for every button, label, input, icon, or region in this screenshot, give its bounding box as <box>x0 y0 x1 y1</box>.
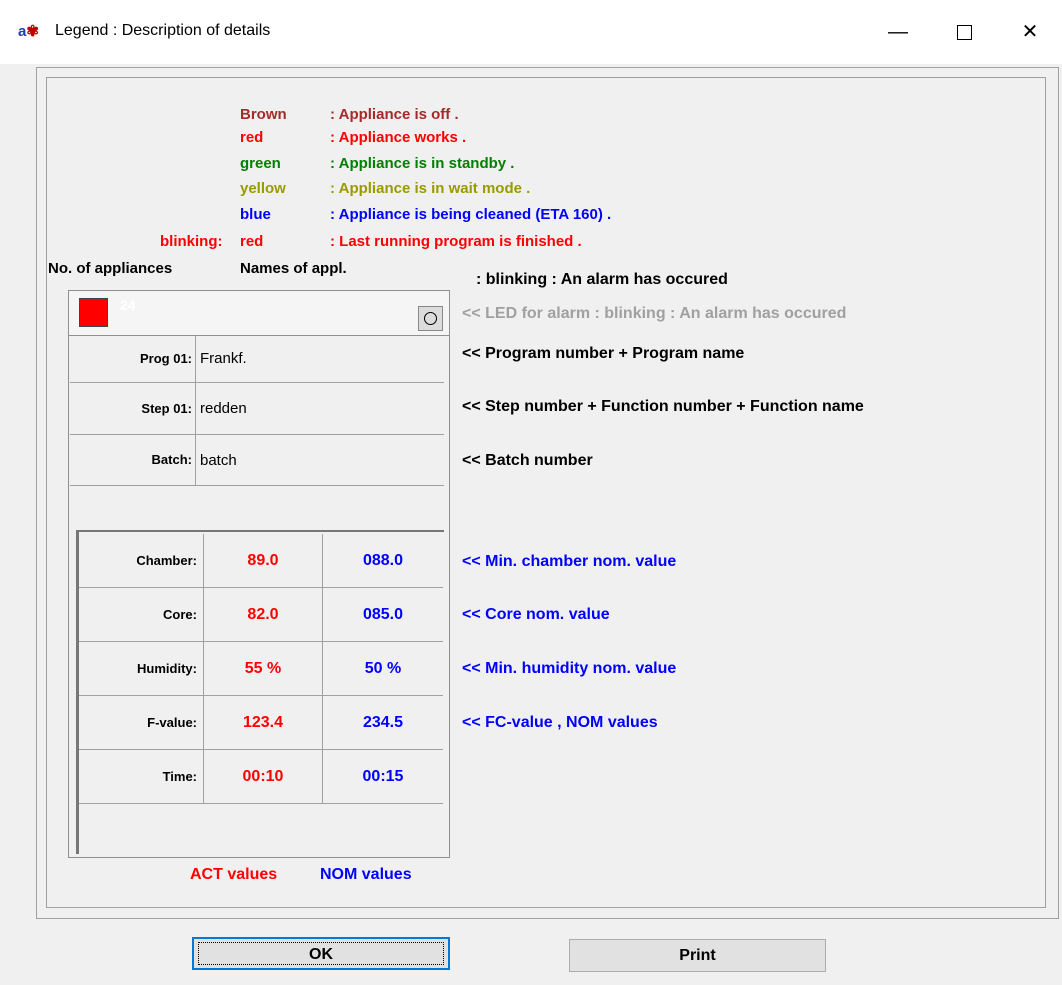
alarm-led-button[interactable] <box>418 306 443 331</box>
print-button[interactable]: Print <box>569 939 826 972</box>
note-chamber: << Min. chamber nom. value <box>462 553 677 570</box>
note-core: << Core nom. value <box>462 606 610 623</box>
legend-name-green: green <box>240 155 281 172</box>
program-label: Prog 01: <box>70 336 196 382</box>
legend-desc-blue: : Appliance is being cleaned (ETA 160) . <box>330 206 612 223</box>
program-value: Frankf. <box>200 350 247 367</box>
close-icon: ✕ <box>1021 21 1039 43</box>
chamber-act: 89.0 <box>204 534 323 587</box>
grid-row-core: Core: 82.0 085.0 <box>79 588 443 642</box>
header-no-of-appliances: No. of appliances <box>48 260 173 277</box>
ok-button[interactable]: OK <box>192 937 450 970</box>
maximize-button[interactable] <box>941 14 987 50</box>
note-program: << Program number + Program name <box>462 345 745 362</box>
time-label: Time: <box>79 750 204 803</box>
legend-name-yellow: yellow <box>240 180 286 197</box>
fvalue-label: F-value: <box>79 696 204 749</box>
core-nom: 085.0 <box>362 606 404 623</box>
close-button[interactable]: ✕ <box>1007 14 1053 50</box>
header-names-of-appl: Names of appl. <box>240 260 347 277</box>
step-label: Step 01: <box>70 383 196 434</box>
window-title: Legend : Description of details <box>55 22 271 39</box>
fvalue-act: 123.4 <box>204 696 323 749</box>
alarm-circle-icon <box>424 312 437 325</box>
chamber-nom: 088.0 <box>362 552 404 569</box>
grid-row-time: Time: 00:10 00:15 <box>79 750 443 804</box>
batch-value: batch <box>200 452 237 469</box>
legend-desc-blinking: : Last running program is finished . <box>330 233 582 250</box>
humidity-act: 55 % <box>204 642 323 695</box>
legend-name-blinking-red: red <box>240 233 264 250</box>
humidity-nom: 50 % <box>364 660 402 677</box>
act-values-label: ACT values <box>190 866 278 883</box>
time-act: 00:10 <box>204 750 323 803</box>
app-icon: a✾ <box>18 23 39 40</box>
legend-desc-brown: : Appliance is off . <box>330 106 459 123</box>
app-icon-letter: a <box>18 23 27 40</box>
batch-label: Batch: <box>70 435 196 485</box>
step-value: redden <box>200 400 247 417</box>
chamber-label: Chamber: <box>79 534 204 587</box>
nom-values-label: NOM values <box>320 866 412 883</box>
note-step: << Step number + Function number + Funct… <box>462 398 864 415</box>
note-fvalue: << FC-value , NOM values <box>462 714 658 731</box>
batch-row: Batch: batch <box>70 435 444 486</box>
note-batch: << Batch number <box>462 452 593 469</box>
program-row: Prog 01: Frankf. <box>70 336 444 383</box>
legend-desc-green: : Appliance is in standby . <box>330 155 515 172</box>
fvalue-nom: 234.5 <box>362 714 404 731</box>
legend-name-brown: Brown <box>240 106 287 123</box>
note-led: << LED for alarm : blinking : An alarm h… <box>462 305 847 322</box>
humidity-label: Humidity: <box>79 642 204 695</box>
legend-desc-yellow: : Appliance is in wait mode . <box>330 180 531 197</box>
ok-button-label: OK <box>198 942 444 965</box>
legend-name-blue: blue <box>240 206 271 223</box>
legend-desc-red: : Appliance works . <box>330 129 467 146</box>
legend-name-red: red <box>240 129 264 146</box>
legend-blinking-prefix: blinking: <box>160 233 223 250</box>
status-led <box>79 298 108 327</box>
appliance-number: 24 <box>120 297 136 313</box>
note-humidity: << Min. humidity nom. value <box>462 660 677 677</box>
grid-row-fvalue: F-value: 123.4 234.5 <box>79 696 443 750</box>
time-nom: 00:15 <box>362 768 404 785</box>
grid-row-humidity: Humidity: 55 % 50 % <box>79 642 443 696</box>
minimize-button[interactable]: — <box>875 14 921 50</box>
maximize-icon <box>956 25 972 41</box>
core-label: Core: <box>79 588 204 641</box>
step-row: Step 01: redden <box>70 383 444 435</box>
grid-row-chamber: Chamber: 89.0 088.0 <box>79 534 443 588</box>
minimize-icon: — <box>888 21 908 43</box>
core-act: 82.0 <box>204 588 323 641</box>
header-alarm-note: : blinking : An alarm has occured <box>476 271 728 288</box>
